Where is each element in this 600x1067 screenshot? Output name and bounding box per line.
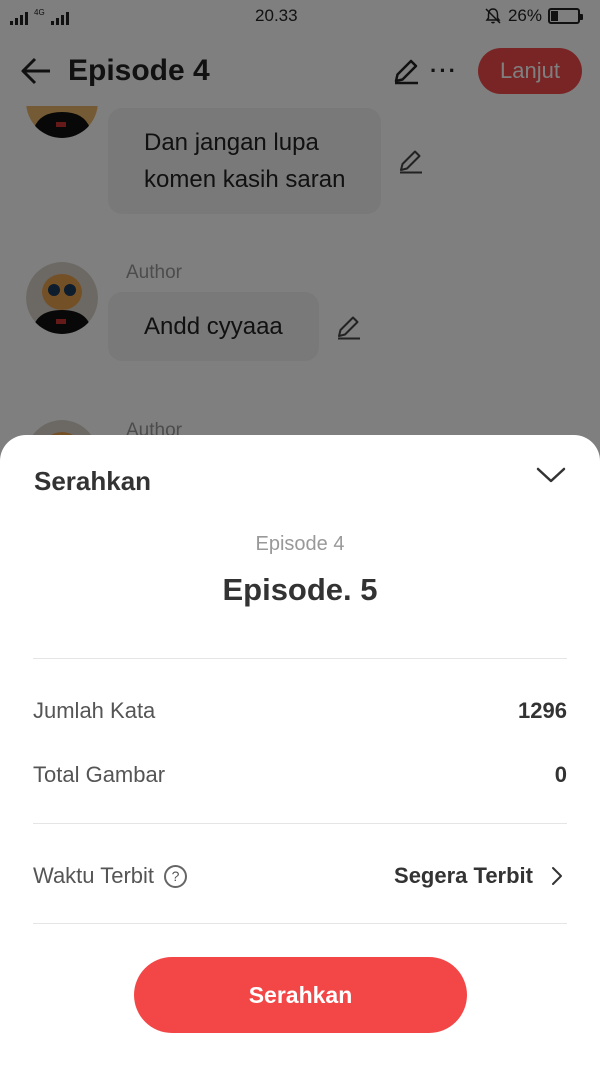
publish-time-label: Waktu Terbit [33,863,155,888]
chevron-right-icon [552,867,562,885]
publish-time-label-group: Waktu Terbit ? [33,863,188,889]
divider [33,823,567,824]
help-icon[interactable]: ? [164,864,188,888]
episode-name: Episode. 5 [222,572,378,607]
publish-time-row[interactable]: Waktu Terbit ? Segera Terbit [33,856,567,896]
word-count-value: 1296 [518,698,567,723]
image-count-row: Total Gambar 0 [33,757,567,793]
word-count-label: Jumlah Kata [33,698,156,723]
publish-time-selector[interactable]: Segera Terbit [394,863,567,889]
word-count-row: Jumlah Kata 1296 [33,693,567,729]
divider [33,658,567,659]
episode-subtitle: Episode 4 [255,533,345,555]
image-count-label: Total Gambar [33,762,166,787]
divider [33,923,567,924]
submit-sheet: Serahkan Episode 4 Episode. 5 Jumlah Kat… [0,435,600,1067]
collapse-sheet-button[interactable] [534,461,568,489]
publish-time-value: Segera Terbit [394,863,533,888]
submit-button[interactable]: Serahkan [134,957,467,1033]
image-count-value: 0 [554,762,567,787]
chevron-down-icon [536,467,566,483]
sheet-title: Serahkan [34,466,152,496]
